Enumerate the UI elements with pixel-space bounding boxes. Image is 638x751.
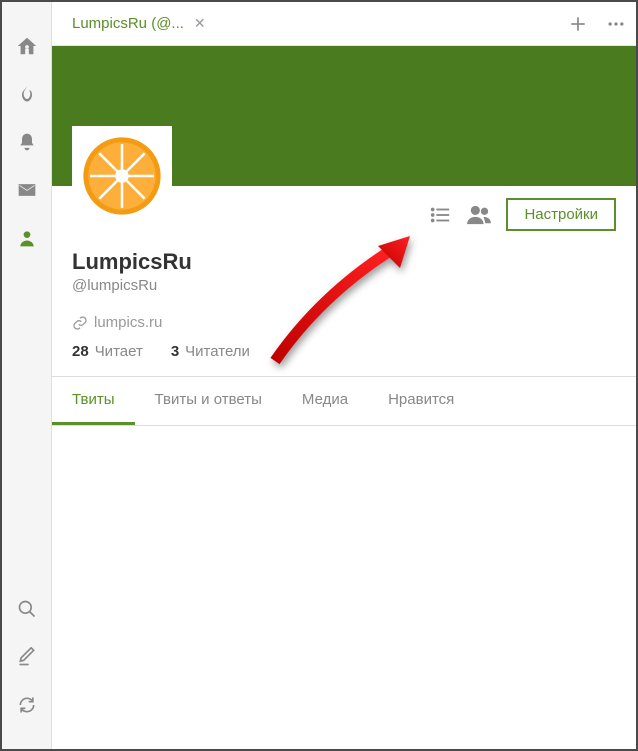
people-icon[interactable]: [466, 204, 492, 226]
fire-icon[interactable]: [15, 82, 39, 106]
orange-logo-icon: [80, 134, 164, 218]
stats: 28 Читает 3 Читатели: [72, 343, 616, 360]
website-text: lumpics.ru: [94, 314, 162, 331]
mail-icon[interactable]: [15, 178, 39, 202]
link-icon: [72, 315, 88, 331]
following-label: Читает: [95, 343, 143, 360]
website-link[interactable]: lumpics.ru: [72, 314, 616, 331]
bell-icon[interactable]: [15, 130, 39, 154]
compose-icon[interactable]: [15, 645, 39, 669]
home-icon[interactable]: [15, 34, 39, 58]
list-icon[interactable]: [428, 204, 452, 226]
followers-label: Читатели: [185, 343, 250, 360]
settings-button[interactable]: Настройки: [506, 198, 616, 231]
profile-icon[interactable]: [15, 226, 39, 250]
followers-stat[interactable]: 3 Читатели: [171, 343, 250, 360]
handle: @lumpicsRu: [72, 277, 616, 294]
following-stat[interactable]: 28 Читает: [72, 343, 143, 360]
add-tab-icon[interactable]: [568, 14, 588, 34]
profile-info: LumpicsRu @lumpicsRu lumpics.ru 28 Читает…: [52, 243, 636, 376]
tab-likes[interactable]: Нравится: [368, 377, 474, 425]
tab-replies[interactable]: Твиты и ответы: [135, 377, 282, 425]
sidebar: [2, 2, 52, 749]
cover-image: [52, 46, 636, 186]
main-content: LumpicsRu (@... ✕: [52, 2, 636, 749]
browser-tab[interactable]: LumpicsRu (@... ✕: [60, 2, 218, 45]
tab-media[interactable]: Медиа: [282, 377, 368, 425]
following-count: 28: [72, 343, 89, 360]
refresh-icon[interactable]: [15, 693, 39, 717]
display-name: LumpicsRu: [72, 249, 616, 275]
followers-count: 3: [171, 343, 179, 360]
search-icon[interactable]: [15, 597, 39, 621]
tab-tweets[interactable]: Твиты: [52, 377, 135, 425]
more-icon[interactable]: [604, 14, 628, 34]
close-icon[interactable]: ✕: [194, 15, 206, 32]
profile-tabs: Твиты Твиты и ответы Медиа Нравится: [52, 376, 636, 426]
tab-title: LumpicsRu (@...: [72, 15, 184, 32]
avatar[interactable]: [72, 126, 172, 226]
tab-bar: LumpicsRu (@... ✕: [52, 2, 636, 46]
